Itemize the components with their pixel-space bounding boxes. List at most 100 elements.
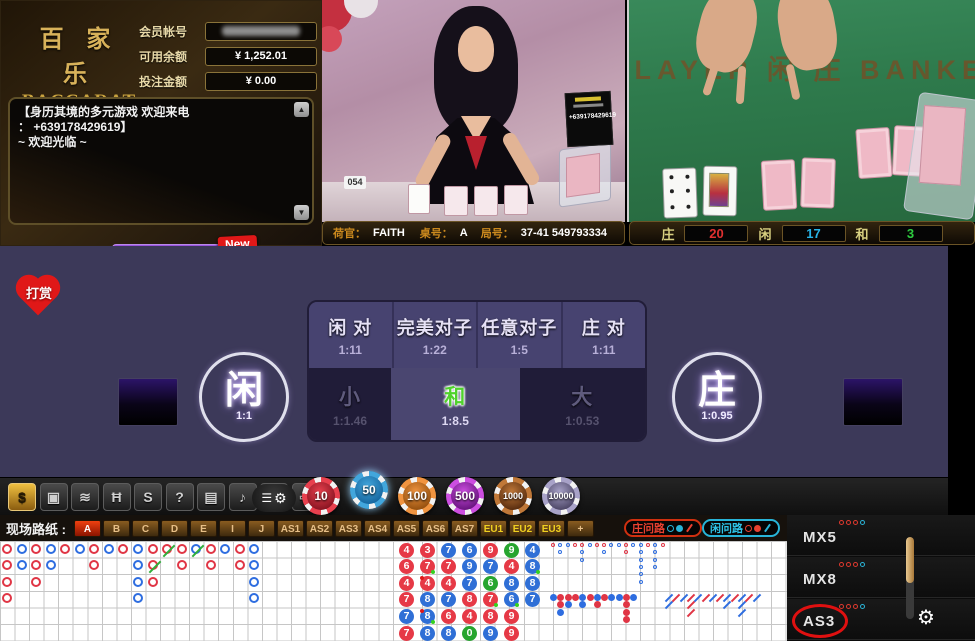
roadmap-tab-AS5[interactable]: AS5: [393, 520, 420, 537]
roadmap-tab-C[interactable]: C: [132, 520, 159, 537]
settings-gear-icon[interactable]: ⚙: [917, 605, 935, 630]
roadmap-tab-EU1[interactable]: EU1: [480, 520, 507, 537]
signal-icon[interactable]: ≋: [71, 483, 99, 511]
chat-scroll-down-button[interactable]: ▼: [294, 205, 309, 220]
scrollbar-thumb[interactable]: [906, 537, 914, 583]
small-road-mark: [623, 601, 630, 608]
roadmap-tab-B[interactable]: B: [103, 520, 130, 537]
bet-tray-icon[interactable]: $: [8, 483, 36, 511]
table-list-item-AS3[interactable]: AS3: [787, 599, 975, 640]
big-road-mark: [2, 560, 12, 570]
chip-10000[interactable]: 10000: [542, 477, 580, 515]
big-eye-road-mark: [631, 543, 635, 547]
help-icon[interactable]: ?: [166, 483, 194, 511]
cockroach-road-mark: [752, 594, 760, 602]
big-eye-road-mark: [566, 543, 570, 547]
roadmap-tab-AS6[interactable]: AS6: [422, 520, 449, 537]
chip-500[interactable]: 500: [446, 477, 484, 515]
ask-banker-road-button[interactable]: 庄问路: [624, 519, 702, 537]
toolbar: $▣≋ĦS?▤♪△⇨ ☰ ⚙ 1050100500100010000: [0, 477, 948, 515]
main-bet-cell[interactable]: 和1:8.5: [391, 368, 519, 440]
roadmap-tab-J[interactable]: J: [248, 520, 275, 537]
bead-plate-mark: 7: [399, 626, 414, 641]
bead-plate-mark: 9: [483, 626, 498, 641]
big-eye-road-mark: [580, 558, 584, 562]
roadmap-tab-D[interactable]: D: [161, 520, 188, 537]
bead-plate-mark: 6: [462, 543, 477, 558]
roadmap-tab-AS1[interactable]: AS1: [277, 520, 304, 537]
score-value-box: 3: [879, 225, 943, 242]
money-icon[interactable]: S: [134, 483, 162, 511]
report-icon[interactable]: ▤: [197, 483, 225, 511]
cockroach-road-mark: [723, 601, 731, 609]
dealer-name: FAITH: [373, 227, 405, 239]
big-road-mark: [46, 544, 56, 554]
small-road-mark: [557, 601, 564, 608]
table-list-item-MX8[interactable]: MX8: [787, 557, 975, 598]
big-eye-road-mark: [580, 543, 584, 547]
roadmap-tab-I[interactable]: I: [219, 520, 246, 537]
side-bet-cell[interactable]: 庄 对1:11: [563, 302, 646, 368]
bead-plate-mark: 9: [504, 609, 519, 624]
big-eye-road-mark: [595, 543, 599, 547]
bet-odds: 1:11: [339, 343, 362, 357]
roadmap-tab-AS2[interactable]: AS2: [306, 520, 333, 537]
chip-settings-button[interactable]: ☰ ⚙: [252, 484, 296, 512]
big-road-mark: [249, 544, 259, 554]
account-field: 投注金额¥ 0.00: [139, 71, 317, 91]
jackpot-icon[interactable]: Ħ: [103, 483, 131, 511]
roadmap-tab-AS7[interactable]: AS7: [451, 520, 478, 537]
bet-name: 闲 对: [328, 314, 372, 340]
big-road-mark: [104, 544, 114, 554]
banker-bet-circle[interactable]: 庄 1:0.95: [672, 352, 762, 442]
card-face-down: [761, 159, 798, 211]
big-eye-road-mark: [639, 558, 643, 562]
bead-plate-mark: 7: [441, 543, 456, 558]
tip-button[interactable]: 打赏: [16, 274, 62, 316]
chip-1000[interactable]: 1000: [494, 477, 532, 515]
chat-scroll-up-button[interactable]: ▲: [294, 102, 309, 117]
roadmap-tab-EU2[interactable]: EU2: [509, 520, 536, 537]
bead-plate-mark: 8: [420, 592, 435, 607]
balloon-decor: [322, 26, 342, 52]
main-bet-cell[interactable]: 大1:0.53: [520, 368, 646, 440]
side-bet-cell[interactable]: 闲 对 1:11: [309, 302, 394, 368]
dealer-label: 荷官：: [333, 225, 366, 241]
roadmap-grid: 4647773748887747686978409767899486994887: [0, 541, 787, 641]
trend-dot-icon: [860, 520, 865, 525]
big-eye-road-mark: [602, 550, 606, 554]
big-road-mark: [249, 577, 259, 587]
side-bet-cell[interactable]: 完美对子1:22: [394, 302, 479, 368]
main-bet-cell[interactable]: 小1:1.46: [309, 368, 391, 440]
bead-plate-mark: 8: [462, 592, 477, 607]
chip-50[interactable]: 50: [350, 471, 388, 509]
roadmap-tab-E[interactable]: E: [190, 520, 217, 537]
chip-100[interactable]: 100: [398, 477, 436, 515]
trend-dot-icon: [846, 520, 851, 525]
player-bet-circle[interactable]: 闲 1:1: [199, 352, 289, 442]
video-camera-icon[interactable]: ▣: [40, 483, 68, 511]
table-video: PLAYER 闲 庄 BANKER: [627, 0, 975, 222]
bet-odds: 1:1.46: [333, 414, 367, 428]
big-road-mark: [249, 560, 259, 570]
account-field: 可用余额¥ 1,252.01: [139, 46, 317, 66]
side-bet-cell[interactable]: 任意对子1:5: [478, 302, 563, 368]
table-trend-dots: [839, 520, 865, 525]
table-list-item-MX5[interactable]: MX5: [787, 515, 975, 556]
trend-dot-icon: [839, 520, 844, 525]
big-eye-road-mark: [624, 543, 628, 547]
roadmap-tab-+[interactable]: +: [567, 520, 594, 537]
tables-scrollbar[interactable]: [906, 537, 914, 619]
chip-10[interactable]: 10: [302, 477, 340, 515]
bead-plate-mark: 4: [441, 576, 456, 591]
roadmap-tab-EU3[interactable]: EU3: [538, 520, 565, 537]
cockroach-road-mark: [738, 608, 746, 616]
big-eye-road-mark: [617, 543, 621, 547]
big-eye-road-mark: [639, 543, 643, 547]
roadmap-tab-AS4[interactable]: AS4: [364, 520, 391, 537]
bet-odds: 1:8.5: [442, 414, 469, 428]
small-road-mark: [623, 594, 630, 601]
roadmap-tab-AS3[interactable]: AS3: [335, 520, 362, 537]
roadmap-tab-A[interactable]: A: [74, 520, 101, 537]
ask-player-road-button[interactable]: 闲问路: [702, 519, 780, 537]
